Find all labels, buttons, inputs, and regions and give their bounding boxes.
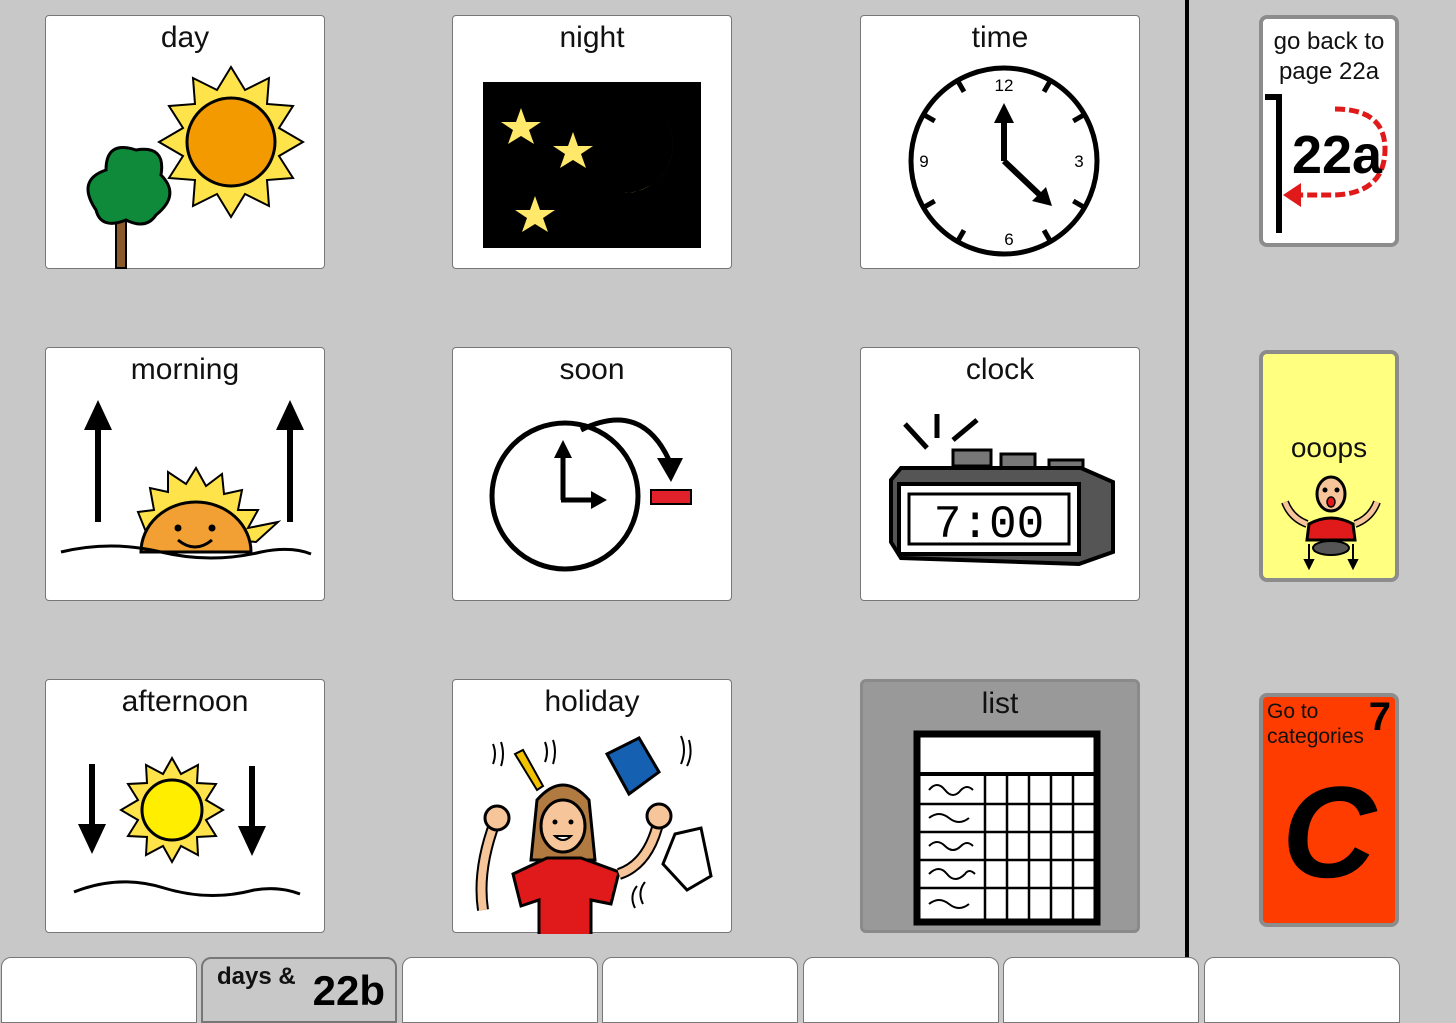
clock-numeral-6: 6 [1004,230,1013,249]
categories-letter: C [1282,759,1376,905]
tab-days-22b[interactable]: days & 22b [201,957,397,1023]
sidebar-divider [1185,0,1189,958]
cell-list[interactable]: list [860,679,1140,933]
cell-label: soon [559,353,625,386]
categories-button[interactable]: Go to categories 7 C [1259,693,1399,927]
tab-6[interactable] [1003,957,1199,1023]
cell-label: night [559,21,625,54]
clock-numeral-12: 12 [995,76,1014,95]
cell-morning[interactable]: morning [45,347,325,601]
categories-label: Go to categories [1267,699,1364,749]
clock-numeral-3: 3 [1074,152,1083,171]
tab-7[interactable] [1204,957,1400,1023]
go-back-button[interactable]: go back to page 22a 22a [1259,15,1399,247]
cell-afternoon[interactable]: afternoon [45,679,325,933]
tab-1[interactable] [1,957,197,1023]
categories-label-line1: Go to [1267,700,1319,723]
cell-label: afternoon [121,685,249,718]
categories-label-line2: categories [1267,725,1364,748]
categories-page-number: 7 [1368,695,1391,739]
cell-time[interactable]: time 12 3 6 9 [860,15,1140,269]
back-page-number: 22a [1292,125,1383,185]
cell-label: morning [130,353,240,386]
go-back-label-line1: go back to [1273,28,1385,55]
moon-stars-icon [483,82,701,248]
cell-day[interactable]: day [45,15,325,269]
cell-label: clock [965,353,1035,386]
sunrise-icon [60,400,312,560]
afternoon-sun-icon [73,755,301,897]
go-back-label: go back to page 22a [1263,27,1395,87]
cell-label: holiday [544,685,640,718]
cell-soon[interactable]: soon [452,347,732,601]
go-back-label-line2: page 22a [1278,58,1380,85]
clock-display-text: 7:00 [934,499,1044,551]
cell-label: day [160,21,210,54]
back-arrow-icon: 22a [1265,94,1388,233]
alarm-clock-icon: 7:00 [889,414,1115,567]
sun-tree-icon [86,65,305,269]
tab-3[interactable] [402,957,598,1023]
tab-page-number: 22b [312,967,385,1014]
tab-4[interactable] [602,957,798,1023]
cell-label: list [981,687,1019,720]
tab-5[interactable] [803,957,999,1023]
oops-button[interactable]: ooops [1259,350,1399,582]
clock-numeral-9: 9 [919,152,928,171]
cell-holiday[interactable]: holiday [452,679,732,934]
cell-night[interactable]: night [452,15,732,269]
tab-label: days & [217,963,296,990]
soon-clock-icon [489,417,692,572]
analog-clock-icon: 12 3 6 9 [908,65,1100,257]
oops-label: ooops [1290,432,1368,463]
cell-clock[interactable]: clock 7:00 [860,347,1140,601]
oops-person-icon [1281,475,1381,571]
list-table-icon [913,730,1101,926]
cell-label: time [971,21,1029,54]
holiday-person-icon [475,735,713,934]
